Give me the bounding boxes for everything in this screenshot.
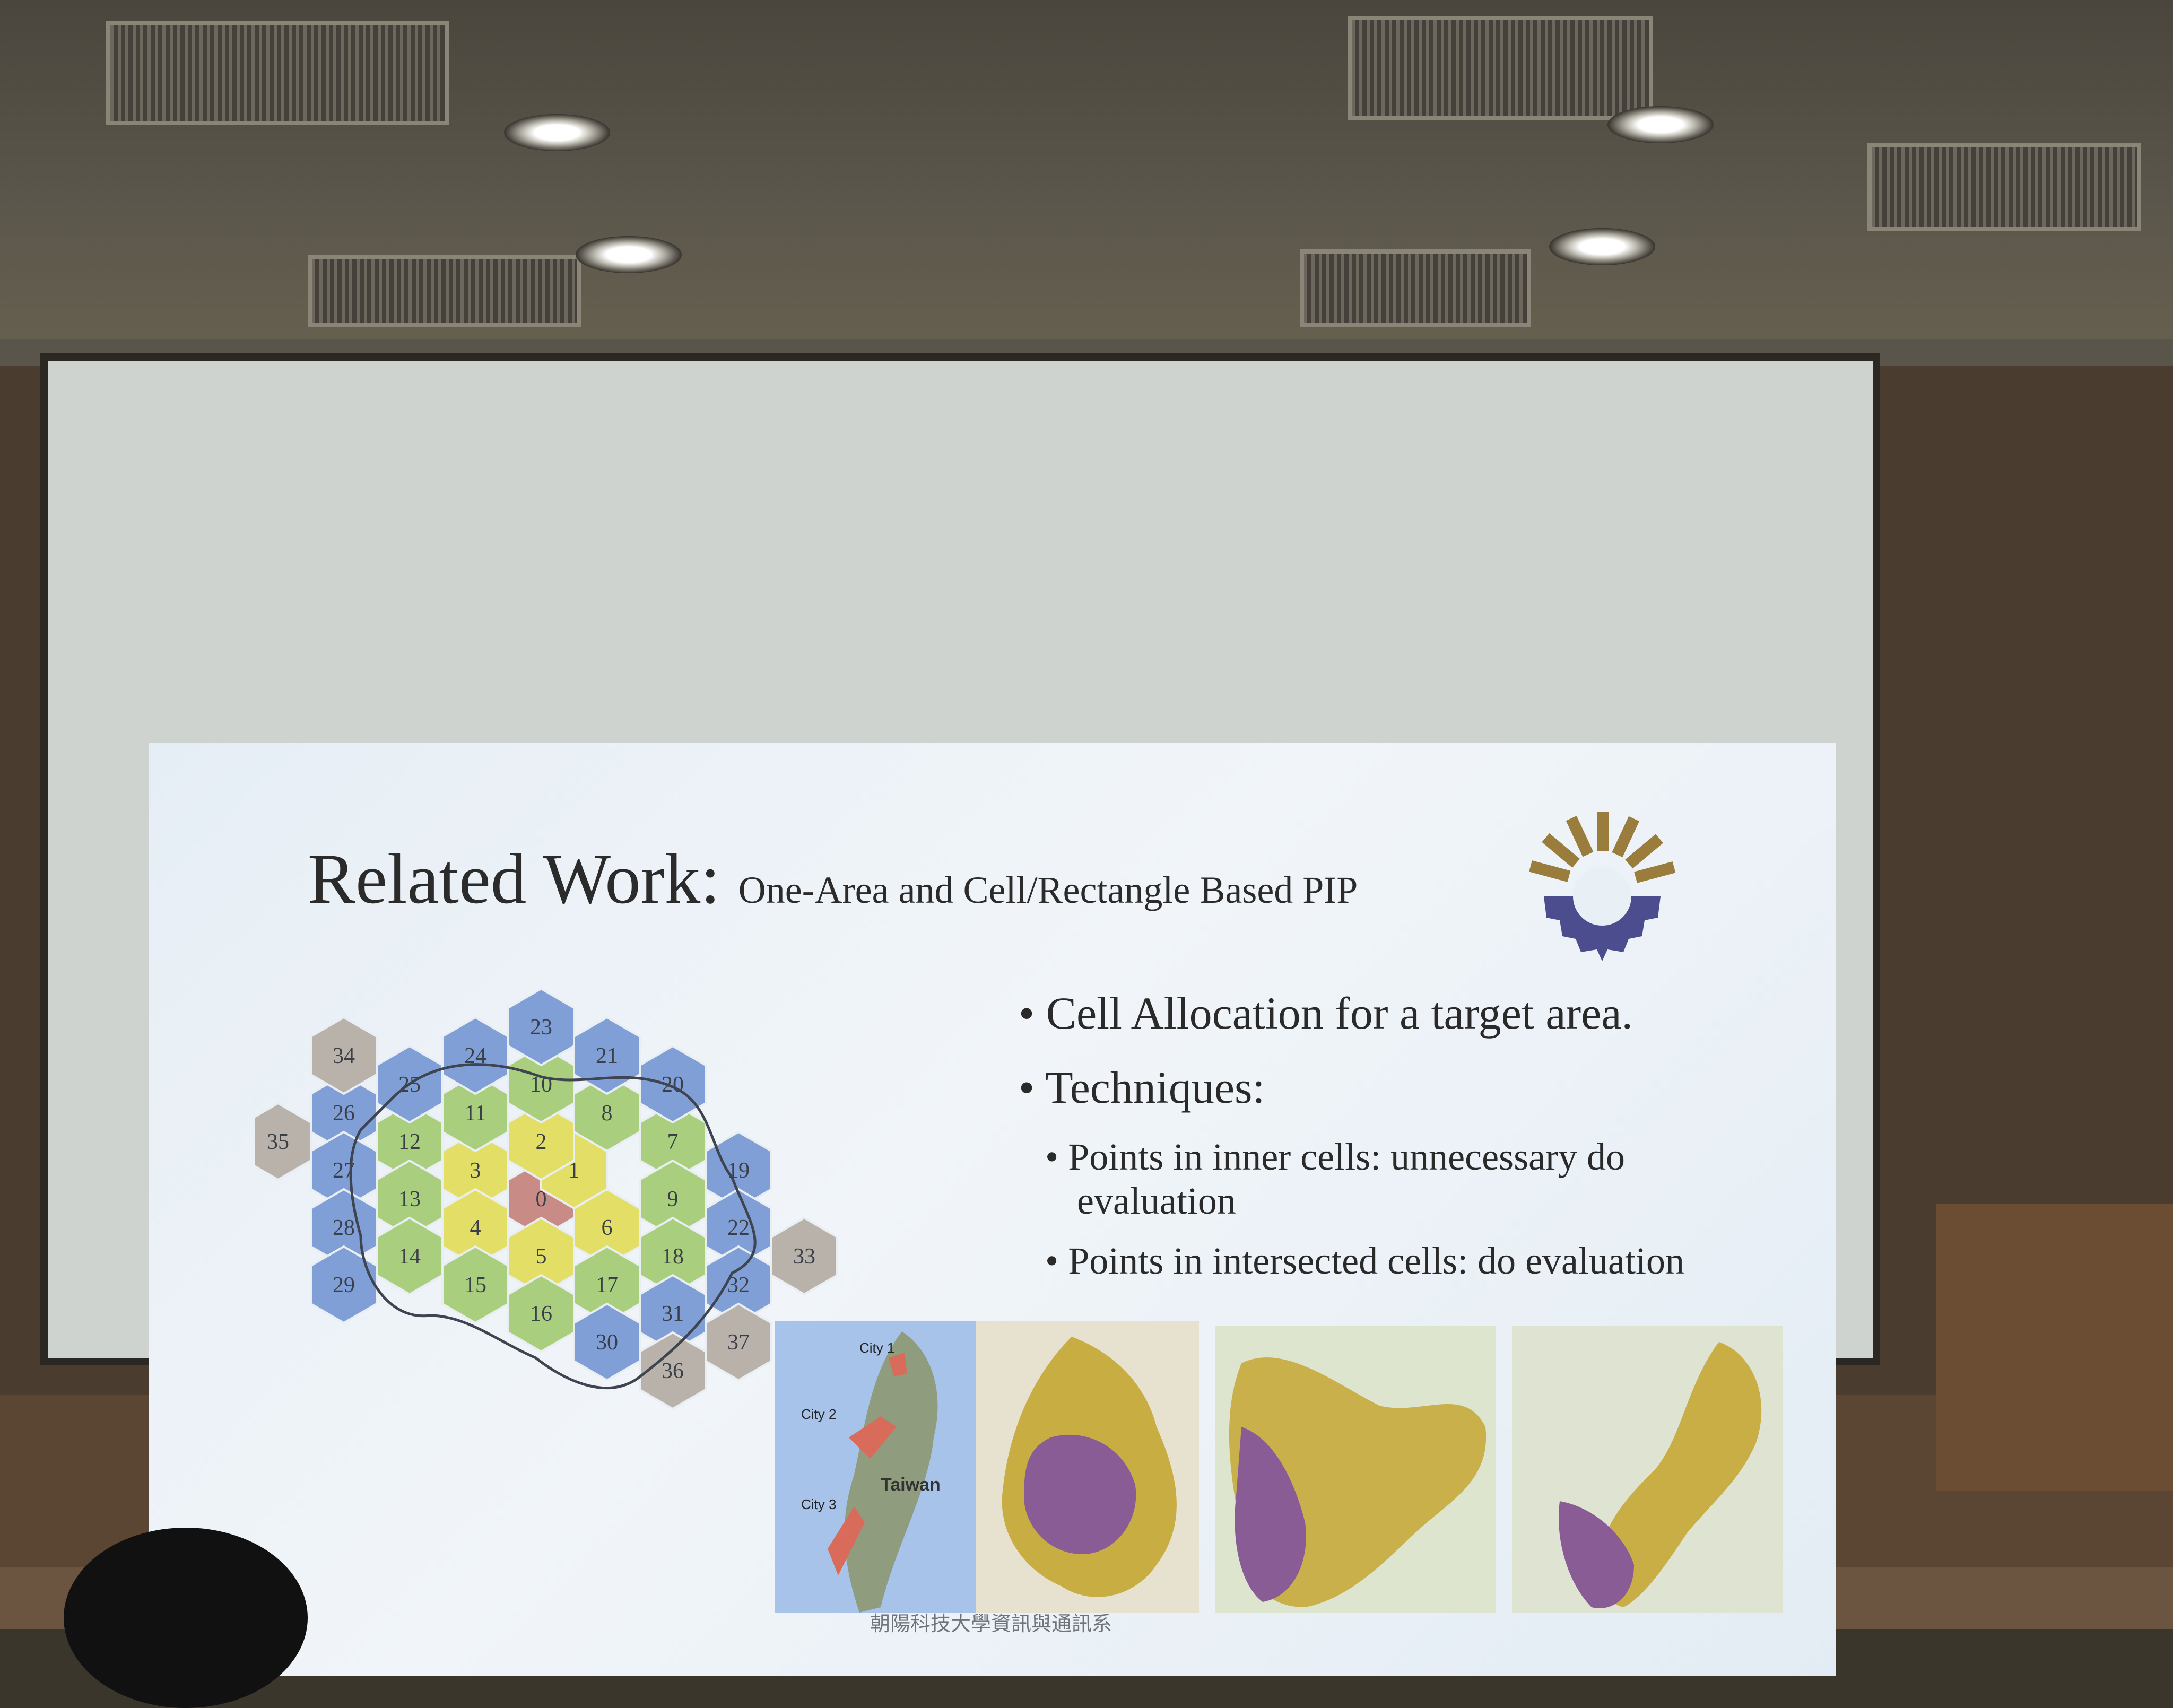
hex-cell-label: 13 [398, 1187, 421, 1212]
hex-cell-label: 30 [596, 1330, 618, 1355]
ceiling-light [576, 236, 682, 273]
slide-title-sub: One-Area and Cell/Rectangle Based PIP [738, 869, 1358, 911]
slide-title: Related Work: One-Area and Cell/Rectangl… [308, 838, 1358, 920]
map-label-taiwan: Taiwan [881, 1475, 941, 1495]
hex-cell-label: 34 [333, 1044, 355, 1068]
ceiling-vent [106, 21, 449, 125]
slide-footer: 朝陽科技大學資訊與通訊系 [870, 1612, 1112, 1635]
ceiling-vent [1348, 16, 1653, 120]
hex-cell-label: 37 [727, 1330, 750, 1355]
hex-cell-label: 5 [536, 1244, 547, 1269]
hex-cell-label: 19 [727, 1158, 750, 1183]
bullet-cell-allocation: Cell Allocation for a target area. [1019, 987, 1772, 1040]
hex-cell-label: 17 [596, 1273, 618, 1297]
taiwan-overview-map: City 1 City 2 City 3 Taiwan [775, 1321, 976, 1613]
hex-cell-label: 14 [398, 1244, 421, 1269]
hex-cell-label: 26 [333, 1101, 355, 1126]
hex-cell-label: 4 [470, 1216, 481, 1240]
sub-bullet-inner-cells: Points in inner cells: unnecessary do ev… [1068, 1135, 1772, 1223]
hex-cell-label: 28 [333, 1216, 355, 1240]
city1-map [976, 1321, 1199, 1613]
hex-cell-label: 31 [662, 1302, 684, 1326]
sub-bullet-intersected-cells: Points in intersected cells: do evaluati… [1068, 1239, 1772, 1283]
ceiling-light [1607, 106, 1714, 143]
ceiling-vent [1867, 143, 2141, 231]
map-label-city3: City 3 [801, 1496, 836, 1512]
hex-cell-label: 2 [536, 1130, 547, 1154]
city2-map [1215, 1326, 1496, 1613]
bullet-list: Cell Allocation for a target area. Techn… [1019, 987, 1772, 1299]
ceiling-light [1549, 228, 1655, 265]
podium [1936, 1204, 2173, 1491]
hex-cell-label: 15 [464, 1273, 486, 1297]
map-label-city2: City 2 [801, 1406, 836, 1422]
ceiling-vent [1300, 249, 1531, 327]
map-label-city1: City 1 [859, 1340, 894, 1356]
hex-cell-label: 8 [602, 1101, 613, 1126]
university-logo-icon [1529, 812, 1676, 961]
map-panels: City 1 City 2 City 3 Taiwan [775, 1321, 1783, 1613]
hex-cell-label: 18 [662, 1244, 684, 1269]
hex-cell-label: 36 [662, 1359, 684, 1383]
slide: Related Work: One-Area and Cell/Rectangl… [149, 743, 1836, 1676]
ceiling [0, 0, 2173, 350]
hex-cell-label: 21 [596, 1044, 618, 1068]
hex-cell-label: 33 [793, 1244, 815, 1269]
hex-cell-label: 3 [470, 1158, 481, 1183]
audience-head [64, 1528, 308, 1708]
ceiling-vent [308, 255, 581, 327]
hex-cell-label: 16 [530, 1302, 552, 1326]
hex-cell-label: 22 [727, 1216, 750, 1240]
hex-cell-label: 6 [602, 1216, 613, 1240]
city3-map [1512, 1326, 1783, 1613]
hex-cell-label: 9 [667, 1187, 679, 1212]
hex-cell-label: 29 [333, 1273, 355, 1297]
projection-screen: Related Work: One-Area and Cell/Rectangl… [48, 361, 1873, 1676]
hex-cell-label: 35 [267, 1130, 289, 1154]
bullet-techniques: Techniques: [1019, 1061, 1772, 1114]
hex-cell-label: 11 [465, 1101, 486, 1126]
hex-cell-label: 12 [398, 1130, 421, 1154]
ceiling-light [504, 114, 610, 151]
slide-title-main: Related Work: [308, 840, 720, 919]
hex-cell-label: 23 [530, 1015, 552, 1040]
hex-cell-label: 7 [667, 1130, 679, 1154]
